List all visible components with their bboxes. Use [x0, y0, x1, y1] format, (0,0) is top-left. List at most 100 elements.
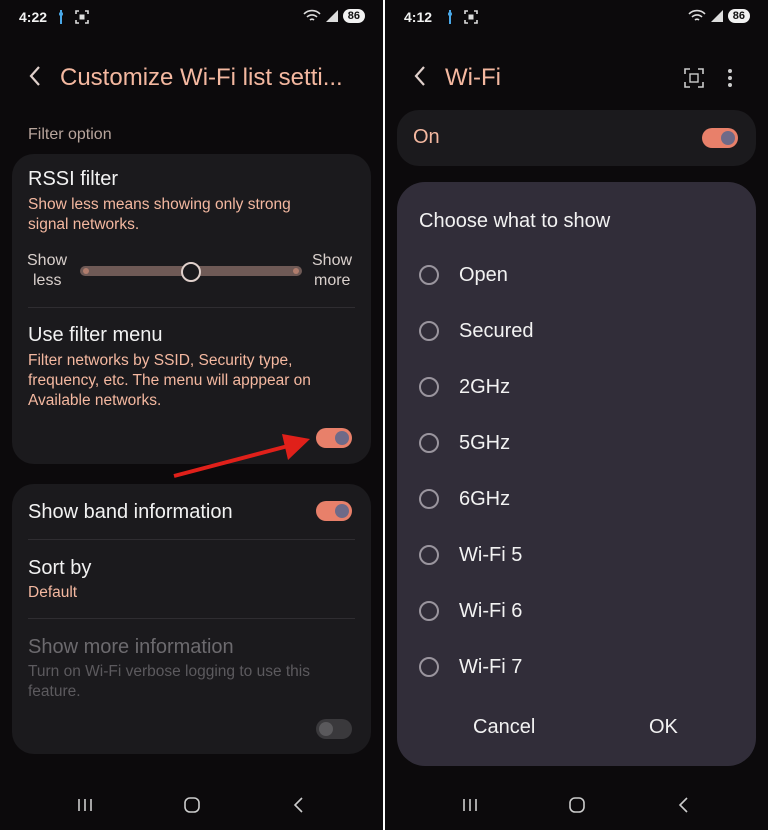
- notification-icons: [57, 10, 89, 24]
- left-screen: 4:22 86 Customize Wi-Fi list setti... Fi…: [0, 0, 383, 830]
- option-label: 5GHz: [459, 432, 511, 454]
- screenshot-icon: [464, 10, 478, 24]
- radio-icon[interactable]: [419, 433, 439, 453]
- radio-icon[interactable]: [419, 657, 439, 677]
- rssi-filter-subtitle-2: signal networks.: [28, 216, 140, 233]
- show-band-info-toggle[interactable]: [316, 501, 352, 521]
- recents-icon[interactable]: [461, 796, 479, 814]
- radio-icon[interactable]: [419, 601, 439, 621]
- use-filter-menu-desc-1: Filter networks by SSID, Security type,: [28, 352, 293, 369]
- usb-icon: [448, 10, 452, 24]
- sort-by-value: Default: [28, 584, 78, 601]
- home-icon[interactable]: [183, 796, 201, 814]
- nav-back-icon[interactable]: [675, 796, 693, 814]
- signal-icon: [325, 10, 338, 22]
- option-secured[interactable]: Secured: [419, 315, 719, 347]
- option-label: Wi-Fi 7: [459, 656, 523, 678]
- qr-scan-icon[interactable]: [684, 68, 704, 88]
- wifi-icon: [303, 9, 321, 21]
- toggle-knob: [335, 504, 349, 518]
- wifi-master-switch[interactable]: On: [397, 110, 756, 166]
- options-card: Show band information Sort by Default Sh…: [12, 484, 371, 754]
- option-5ghz[interactable]: 5GHz: [419, 427, 719, 459]
- option-6ghz[interactable]: 6GHz: [419, 483, 719, 515]
- cancel-button[interactable]: Cancel: [473, 716, 535, 739]
- option-label: Wi-Fi 5: [459, 544, 523, 566]
- radio-icon[interactable]: [419, 265, 439, 285]
- rssi-filter-subtitle-1: Show less means showing only strong: [28, 196, 291, 213]
- option-open[interactable]: Open: [419, 259, 719, 291]
- home-icon[interactable]: [568, 796, 586, 814]
- page-header: Customize Wi-Fi list setti...: [0, 56, 383, 100]
- option-label: Open: [459, 264, 508, 286]
- back-icon[interactable]: [413, 64, 427, 88]
- option-label: 6GHz: [459, 488, 511, 510]
- wifi-toggle[interactable]: [702, 128, 738, 148]
- nav-back-icon[interactable]: [290, 796, 308, 814]
- slider-max-label-1: Show: [312, 252, 353, 269]
- status-bar: 4:22 86: [0, 0, 383, 36]
- slider-min-label-1: Show: [27, 252, 68, 269]
- battery-icon: 86: [342, 9, 365, 23]
- page-title: Customize Wi-Fi list setti...: [60, 64, 343, 91]
- radio-icon[interactable]: [419, 377, 439, 397]
- option-wifi-6[interactable]: Wi-Fi 6: [419, 595, 719, 627]
- page-title: Wi-Fi: [445, 64, 501, 91]
- navigation-bar: [0, 780, 383, 830]
- right-screen: 4:12 86 Wi-Fi On Choose what to show Ope…: [385, 0, 768, 830]
- recents-icon[interactable]: [76, 796, 94, 814]
- toggle-knob: [335, 431, 349, 445]
- show-more-info-toggle: [316, 719, 352, 739]
- red-arrow-icon: [173, 434, 310, 478]
- system-icons: 86: [688, 9, 750, 23]
- usb-icon: [59, 10, 63, 24]
- show-more-info-desc-1: Turn on Wi-Fi verbose logging to use thi…: [28, 663, 310, 680]
- filter-card: RSSI filter Show less means showing only…: [12, 154, 371, 464]
- sort-by-title: Sort by: [28, 557, 92, 579]
- choose-what-to-show-dialog: Choose what to show Open Secured 2GHz 5G…: [397, 182, 756, 766]
- radio-icon[interactable]: [419, 489, 439, 509]
- show-band-info-title: Show band information: [28, 501, 233, 523]
- page-header: Wi-Fi: [385, 56, 768, 100]
- rssi-filter-title: RSSI filter: [28, 168, 119, 190]
- option-label: 2GHz: [459, 376, 511, 398]
- radio-icon[interactable]: [419, 545, 439, 565]
- use-filter-menu-title: Use filter menu: [28, 324, 163, 346]
- system-icons: 86: [303, 9, 365, 23]
- toggle-knob: [319, 722, 333, 736]
- slider-tick-max: [293, 268, 299, 274]
- divider: [28, 618, 355, 619]
- use-filter-menu-toggle[interactable]: [316, 428, 352, 448]
- divider: [28, 539, 355, 540]
- radio-icon[interactable]: [419, 321, 439, 341]
- notification-icons: [446, 10, 478, 24]
- slider-tick-min: [83, 268, 89, 274]
- option-label: Secured: [459, 320, 534, 342]
- use-filter-menu-desc-3: Available networks.: [28, 392, 162, 409]
- option-2ghz[interactable]: 2GHz: [419, 371, 719, 403]
- back-icon[interactable]: [28, 64, 42, 88]
- slider-min-label-2: less: [33, 272, 62, 289]
- option-wifi-5[interactable]: Wi-Fi 5: [419, 539, 719, 571]
- dialog-title: Choose what to show: [419, 210, 611, 232]
- show-more-info-desc-2: feature.: [28, 683, 81, 700]
- section-label: Filter option: [28, 126, 112, 143]
- signal-icon: [710, 10, 723, 22]
- screenshot-icon: [75, 10, 89, 24]
- use-filter-menu-desc-2: frequency, etc. The menu will apppear on: [28, 372, 311, 389]
- toggle-knob: [721, 131, 735, 145]
- rssi-slider-thumb[interactable]: [181, 262, 201, 282]
- option-label: Wi-Fi 6: [459, 600, 523, 622]
- battery-icon: 86: [727, 9, 750, 23]
- option-wifi-7[interactable]: Wi-Fi 7: [419, 651, 719, 683]
- more-options-icon[interactable]: [727, 68, 733, 88]
- status-time: 4:12: [404, 9, 433, 25]
- wifi-on-label: On: [413, 126, 440, 148]
- ok-button[interactable]: OK: [649, 716, 678, 739]
- show-more-info-title: Show more information: [28, 636, 234, 658]
- navigation-bar: [385, 780, 768, 830]
- wifi-icon: [688, 9, 706, 21]
- status-time: 4:22: [19, 9, 48, 25]
- divider: [28, 307, 355, 308]
- status-bar: 4:12 86: [385, 0, 768, 36]
